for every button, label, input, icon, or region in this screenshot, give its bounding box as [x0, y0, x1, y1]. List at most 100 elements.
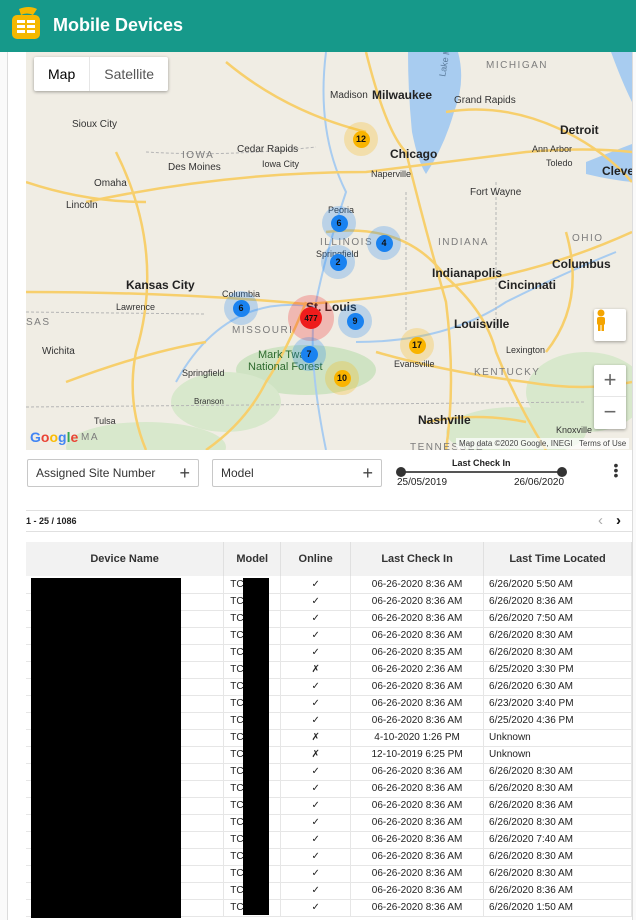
last-time-located-cell: 6/23/2020 3:40 PM	[483, 695, 632, 713]
app-title: Mobile Devices	[53, 15, 184, 35]
map-cluster-count: 6	[330, 214, 348, 232]
online-status-cell: ✓	[280, 695, 352, 713]
last-check-in-cell: 06-26-2020 8:36 AM	[350, 695, 485, 713]
map-attribution: Map data ©2020 Google, INEGI Terms of Us…	[456, 438, 630, 449]
map-label-lexington: Lexington	[506, 345, 546, 355]
zoom-in-button[interactable]: +	[594, 365, 626, 397]
map-label-springfield-mo: Springfield	[182, 368, 225, 378]
map-cluster-marker[interactable]: 477	[288, 295, 334, 341]
slider-end-handle[interactable]	[557, 467, 567, 477]
map-cluster-count: 4	[375, 234, 393, 252]
last-time-located-cell: 6/26/2020 8:36 AM	[483, 797, 632, 815]
online-status-cell: ✓	[280, 678, 352, 696]
map-label-missouri: MISSOURI	[232, 325, 294, 336]
more-options-icon[interactable]: • • •	[612, 458, 620, 482]
last-time-located-cell: 6/26/2020 7:50 AM	[483, 610, 632, 628]
online-status-cell: ✓	[280, 899, 352, 917]
street-view-pegman-icon[interactable]	[594, 309, 626, 341]
online-status-cell: ✓	[280, 814, 352, 832]
map-type-satellite-button[interactable]: Satellite	[90, 57, 168, 91]
last-time-located-cell: Unknown	[483, 746, 632, 764]
slider-start-date: 25/05/2019	[397, 477, 448, 488]
chevron-right-icon[interactable]: ›	[616, 512, 621, 529]
map-label-cleveland: Clevel	[602, 164, 632, 178]
online-status-cell: ✓	[280, 831, 352, 849]
map-cluster-count: 6	[232, 299, 250, 317]
map-cluster-marker[interactable]: 12	[344, 122, 378, 156]
slider-start-handle[interactable]	[396, 467, 406, 477]
online-status-cell: ✓	[280, 627, 352, 645]
last-check-in-slider-track[interactable]	[401, 471, 562, 473]
assigned-site-number-filter[interactable]: Assigned Site Number +	[27, 459, 199, 487]
last-check-in-cell: 06-26-2020 8:36 AM	[350, 848, 485, 866]
map-label-ma: MA	[81, 432, 99, 443]
map-cluster-marker[interactable]: 2	[321, 245, 355, 279]
pagination-range: 1 - 25 / 1086	[26, 516, 77, 526]
last-time-located-cell: 6/26/2020 8:30 AM	[483, 865, 632, 883]
map-label-columbus: Columbus	[552, 257, 611, 271]
app-logo-icon	[12, 7, 40, 39]
map-label-des-moines: Des Moines	[168, 162, 221, 173]
map-label-nashville: Nashville	[418, 413, 471, 427]
google-logo: Google	[30, 429, 79, 445]
map-label-omaha: Omaha	[94, 178, 127, 189]
app-bar: Mobile Devices	[0, 0, 636, 52]
last-check-in-cell: 06-26-2020 8:36 AM	[350, 593, 485, 611]
map-label-grand-rapids: Grand Rapids	[454, 95, 516, 106]
map-cluster-count: 12	[352, 130, 370, 148]
assigned-site-number-label: Assigned Site Number	[36, 466, 156, 480]
column-header-model[interactable]: Model	[223, 542, 282, 576]
last-check-in-cell: 06-26-2020 8:36 AM	[350, 865, 485, 883]
last-time-located-cell: 6/26/2020 8:30 AM	[483, 627, 632, 645]
map-label-sioux-city: Sioux City	[72, 119, 118, 130]
device-map[interactable]: Map Satellite MICHIGAN Lake M IOWA ILLIN…	[26, 52, 632, 450]
map-type-map-button[interactable]: Map	[34, 57, 91, 91]
pagination-bar: 1 - 25 / 1086 ‹ ›	[26, 510, 632, 532]
last-time-located-cell: 6/26/2020 7:40 AM	[483, 831, 632, 849]
online-status-cell: ✗	[280, 729, 352, 747]
map-label-madison: Madison	[330, 90, 368, 101]
column-header-online[interactable]: Online	[280, 542, 352, 576]
plus-icon[interactable]: +	[362, 460, 373, 486]
map-label-knoxville: Knoxville	[556, 425, 593, 435]
last-check-in-cell: 06-26-2020 8:36 AM	[350, 882, 485, 900]
map-cluster-marker[interactable]: 17	[400, 328, 434, 362]
map-label-michigan: MICHIGAN	[486, 60, 548, 71]
map-cluster-marker[interactable]: 6	[224, 291, 258, 325]
plus-icon[interactable]: +	[179, 460, 190, 486]
model-filter[interactable]: Model +	[212, 459, 382, 487]
last-check-in-cell: 12-10-2019 6:25 PM	[350, 746, 485, 764]
map-label-toledo: Toledo	[546, 158, 573, 168]
last-time-located-cell: 6/26/2020 8:36 AM	[483, 882, 632, 900]
map-label-tulsa: Tulsa	[94, 416, 116, 426]
last-time-located-cell: 6/26/2020 6:30 AM	[483, 678, 632, 696]
online-status-cell: ✓	[280, 882, 352, 900]
last-time-located-cell: 6/25/2020 4:36 PM	[483, 712, 632, 730]
map-cluster-count: 9	[346, 312, 364, 330]
map-label-wichita: Wichita	[42, 346, 75, 357]
map-cluster-count: 10	[333, 369, 351, 387]
zoom-out-button[interactable]: −	[594, 397, 626, 429]
right-scrollbar[interactable]	[632, 52, 636, 920]
map-label-fort-wayne: Fort Wayne	[470, 187, 522, 198]
terms-of-use-link[interactable]: Terms of Use	[579, 439, 626, 448]
map-cluster-marker[interactable]: 6	[322, 206, 356, 240]
map-cluster-marker[interactable]: 4	[367, 226, 401, 260]
column-header-last-check-in[interactable]: Last Check In	[350, 542, 485, 576]
map-cluster-marker[interactable]: 9	[338, 304, 372, 338]
redacted-model-names	[243, 578, 269, 915]
map-cluster-marker[interactable]: 10	[325, 361, 359, 395]
last-check-in-cell: 06-26-2020 8:36 AM	[350, 797, 485, 815]
column-header-device-name[interactable]: Device Name	[26, 542, 225, 576]
last-check-in-cell: 06-26-2020 8:36 AM	[350, 610, 485, 628]
chevron-left-icon[interactable]: ‹	[598, 512, 603, 529]
online-status-cell: ✓	[280, 865, 352, 883]
online-status-cell: ✓	[280, 848, 352, 866]
last-time-located-cell: 6/26/2020 8:30 AM	[483, 848, 632, 866]
column-header-last-time-located[interactable]: Last Time Located	[483, 542, 632, 576]
online-status-cell: ✗	[280, 746, 352, 764]
last-time-located-cell: 6/26/2020 5:50 AM	[483, 576, 632, 594]
last-check-in-cell: 06-26-2020 8:36 AM	[350, 627, 485, 645]
map-cluster-marker[interactable]: 7	[292, 337, 326, 371]
slider-end-date: 26/06/2020	[514, 477, 565, 488]
